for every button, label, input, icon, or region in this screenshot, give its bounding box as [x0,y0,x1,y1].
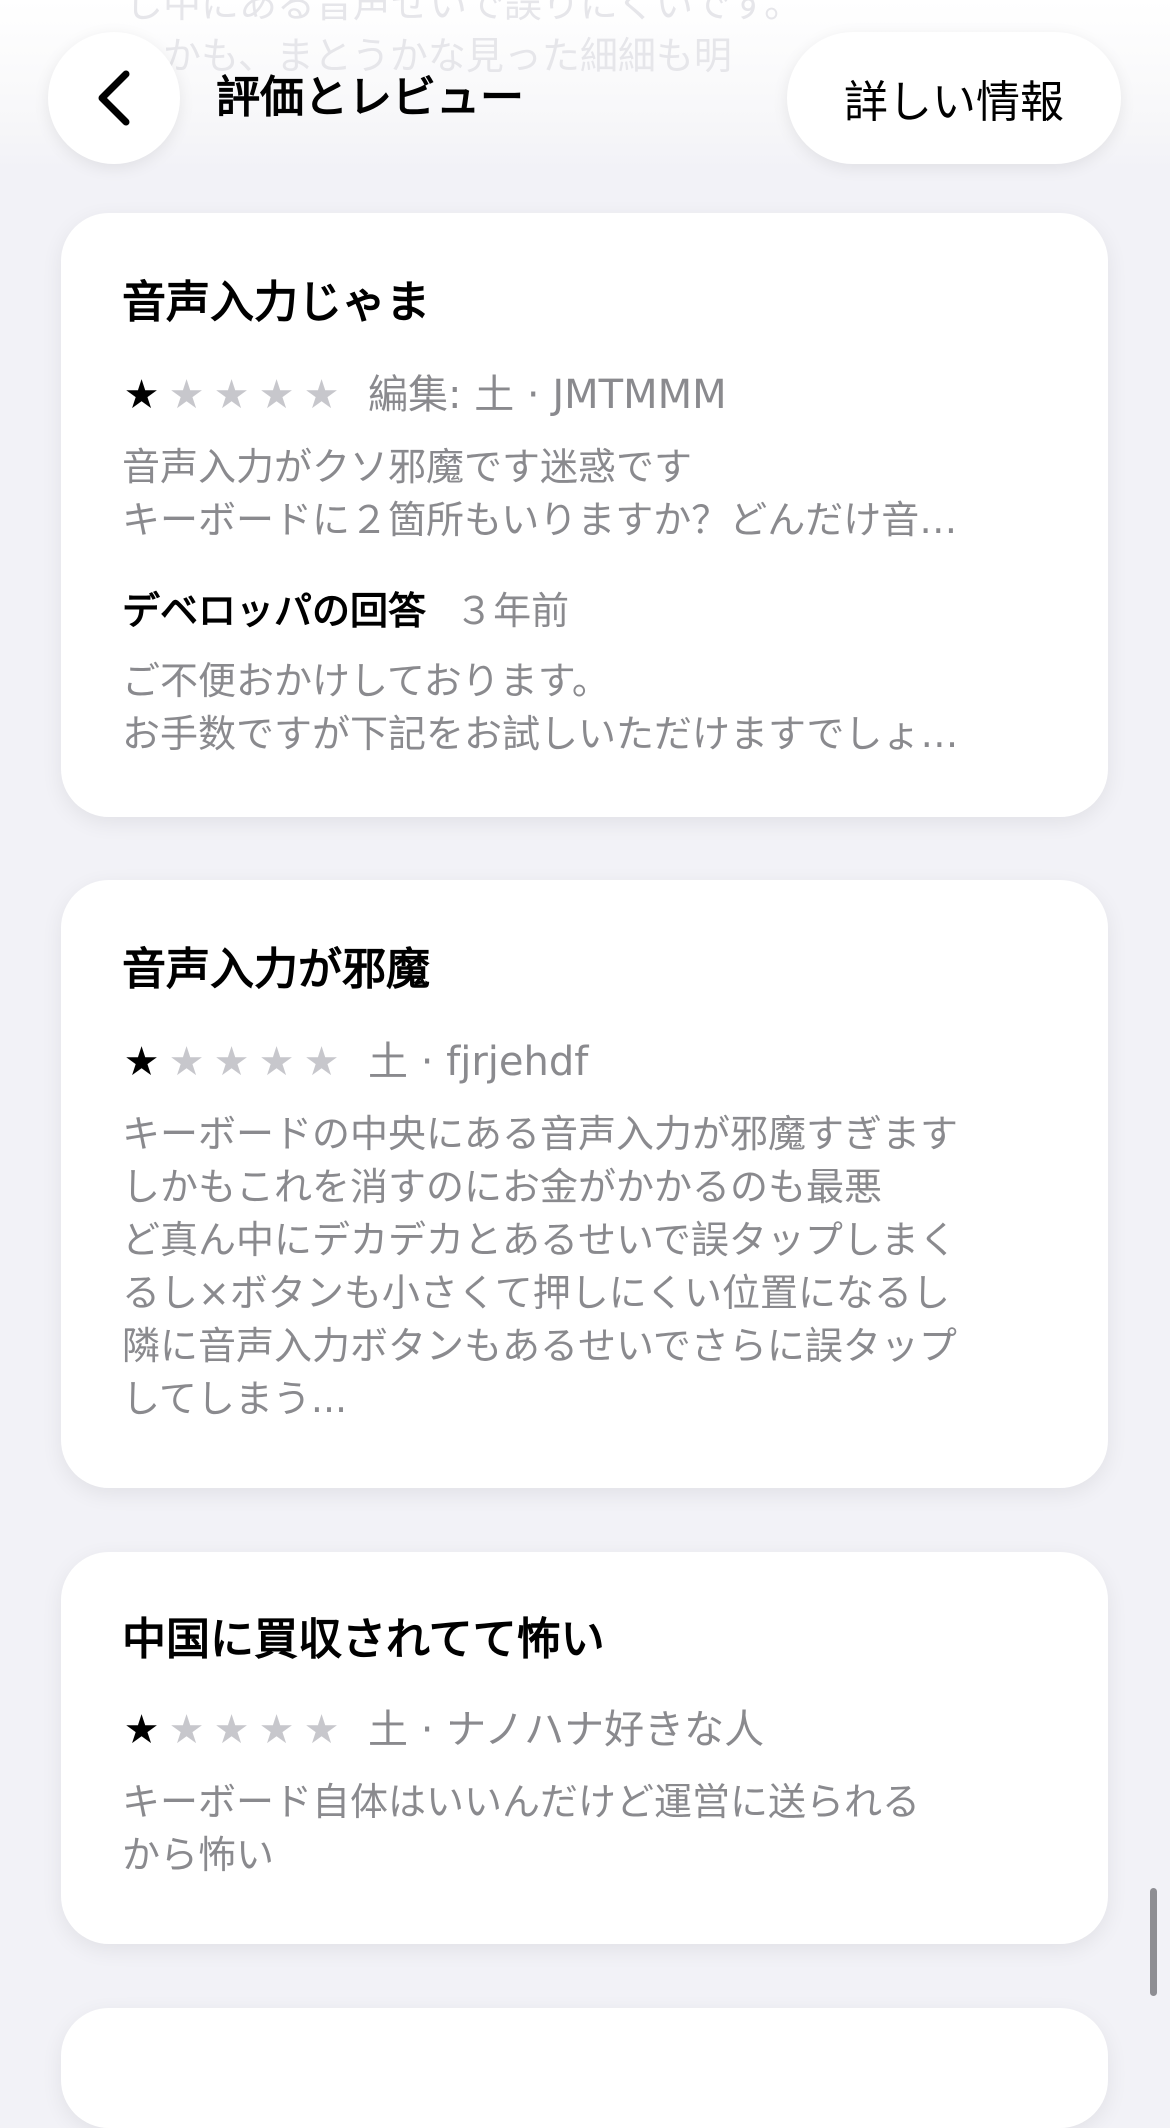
star-filled-icon: ★ [123,1707,160,1753]
review-card[interactable] [61,2008,1108,2128]
back-button[interactable] [48,32,180,164]
review-body-line: から怖い [122,1833,275,1877]
review-body: キーボードの中央にある音声入力が邪魔すぎます しかもこれを消すのにお金がかかるの… [122,1108,1022,1426]
rating-row: ★ ★ ★ ★ ★ 土 · ナノハナ好きな人 [119,1702,765,1758]
review-body: キーボード自体はいいんだけど運営に送られる から怖い [122,1776,1022,1882]
star-empty-icon: ★ [213,372,250,418]
review-meta: 土 · ナノハナ好きな人 [368,1707,765,1753]
rating-row: ★ ★ ★ ★ ★ 土 · fjrjehdf [119,1034,589,1090]
review-body-line: るし×ボタンも小さくて押しにくい位置になるし [122,1271,950,1315]
star-empty-icon: ★ [168,372,205,418]
review-card[interactable]: 中国に買収されてて怖い ★ ★ ★ ★ ★ 土 · ナノハナ好きな人 キーボード… [61,1552,1108,1944]
review-body-line: ど真ん中にデカデカとあるせいで誤タップしまく [122,1218,957,1262]
star-filled-icon: ★ [123,1039,160,1085]
review-meta: 編集: 土 · JMTMMM [368,372,727,418]
review-body-line: しかもこれを消すのにお金がかかるのも最悪 [122,1165,883,1209]
navigation-bar: 評価とレビュー 詳しい情報 [0,0,1170,170]
rating-row: ★ ★ ★ ★ ★ 編集: 土 · JMTMMM [119,367,727,423]
star-empty-icon: ★ [303,1039,340,1085]
developer-response-date: ３年前 [455,589,570,633]
star-empty-icon: ★ [168,1707,205,1753]
star-empty-icon: ★ [213,1039,250,1085]
star-empty-icon: ★ [258,1707,295,1753]
star-empty-icon: ★ [303,1707,340,1753]
star-empty-icon: ★ [213,1707,250,1753]
developer-response-label: デベロッパの回答 [122,589,427,633]
review-title: 音声入力が邪魔 [122,944,430,995]
review-body-line: 音声入力がクソ邪魔です迷惑です [122,445,693,489]
review-body-line: してしまう... [122,1377,348,1421]
review-card[interactable]: 音声入力じゃま ★ ★ ★ ★ ★ 編集: 土 · JMTMMM 音声入力がクソ… [61,213,1108,817]
chevron-left-icon [98,70,130,126]
developer-response-body: ご不便おかけしております。 お手数ですが下記をお試しいただけますでしょ… [122,655,1022,761]
star-filled-icon: ★ [123,372,160,418]
review-title: 中国に買収されてて怖い [122,1614,605,1665]
review-card[interactable]: 音声入力が邪魔 ★ ★ ★ ★ ★ 土 · fjrjehdf キーボードの中央に… [61,880,1108,1488]
developer-response-line: お手数ですが下記をお試しいただけますでしょ… [122,712,959,756]
more-info-button[interactable]: 詳しい情報 [787,32,1121,164]
review-body: 音声入力がクソ邪魔です迷惑です キーボードに２箇所もいりますか？どんだけ音… [122,441,1022,547]
developer-response-line: ご不便おかけしております。 [122,659,610,703]
review-body-line: キーボードの中央にある音声入力が邪魔すぎます [122,1112,959,1156]
star-empty-icon: ★ [303,372,340,418]
page-title: 評価とレビュー [216,72,524,123]
star-empty-icon: ★ [168,1039,205,1085]
scrollbar[interactable] [1150,1888,1157,1996]
review-meta: 土 · fjrjehdf [368,1039,589,1085]
review-body-line: 隣に音声入力ボタンもあるせいでさらに誤タップ [122,1324,957,1368]
star-empty-icon: ★ [258,372,295,418]
developer-response-header: デベロッパの回答 ３年前 [122,583,569,647]
review-body-line: キーボードに２箇所もいりますか？どんだけ音… [122,498,958,542]
review-title: 音声入力じゃま [122,277,430,328]
review-body-line: キーボード自体はいいんだけど運営に送られる [122,1780,921,1824]
star-empty-icon: ★ [258,1039,295,1085]
